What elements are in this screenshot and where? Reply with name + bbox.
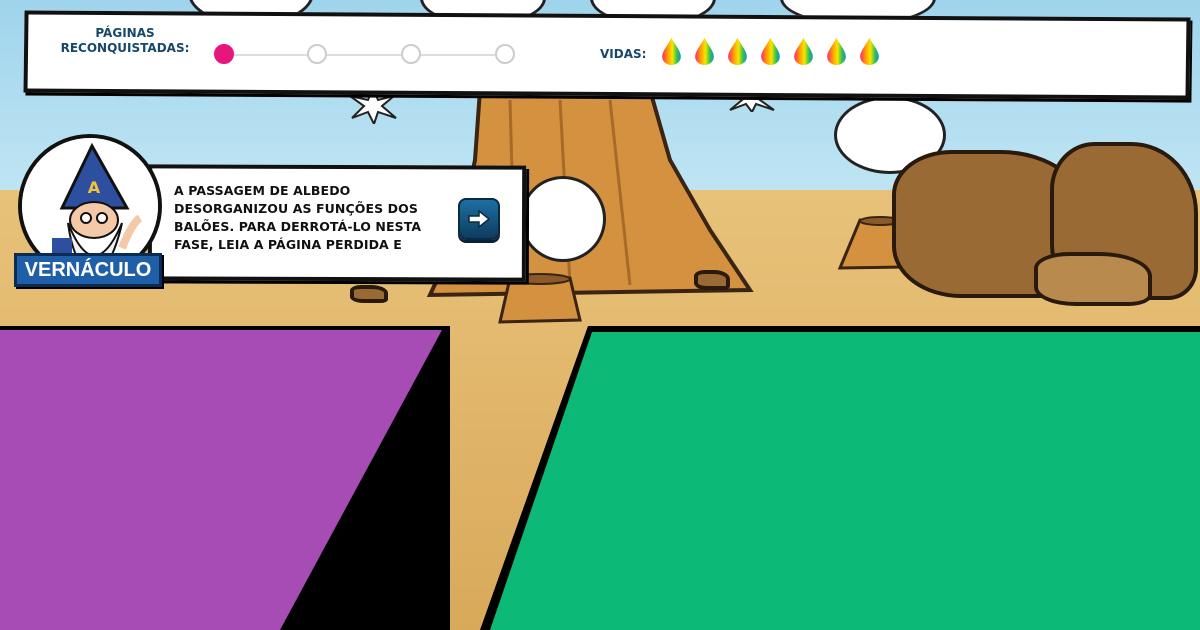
lives-label: VIDAS:	[600, 47, 647, 61]
progress-dot	[401, 44, 421, 64]
dialog-text: A PASSAGEM DE ALBEDO DESORGANIZOU AS FUN…	[174, 183, 422, 252]
life-drop-icon	[761, 37, 780, 65]
life-drop-icon	[662, 37, 681, 65]
green-answer-panel[interactable]	[480, 326, 1200, 630]
arrow-right-icon	[468, 210, 490, 228]
life-drop-icon	[728, 37, 747, 65]
pebble	[694, 270, 730, 290]
boulder	[1034, 252, 1152, 306]
life-drop-icon	[695, 37, 714, 65]
pages-label: PÁGINAS RECONQUISTADAS:	[60, 26, 190, 55]
progress-dot	[307, 44, 327, 64]
life-drop-icon	[794, 37, 813, 65]
speaker-name: VERNÁCULO	[14, 253, 162, 287]
pages-progress	[212, 40, 520, 70]
pebble	[350, 285, 388, 303]
life-drop-icon	[860, 37, 879, 65]
purple-answer-panel[interactable]	[0, 326, 450, 630]
progress-dot	[495, 44, 515, 64]
svg-text:A: A	[88, 178, 101, 197]
life-drop-icon	[827, 37, 846, 65]
speech-bubble	[520, 176, 606, 262]
lives-indicator	[660, 37, 881, 65]
progress-track	[222, 54, 510, 56]
progress-dot	[214, 44, 234, 64]
next-dialog-button[interactable]	[458, 198, 500, 240]
